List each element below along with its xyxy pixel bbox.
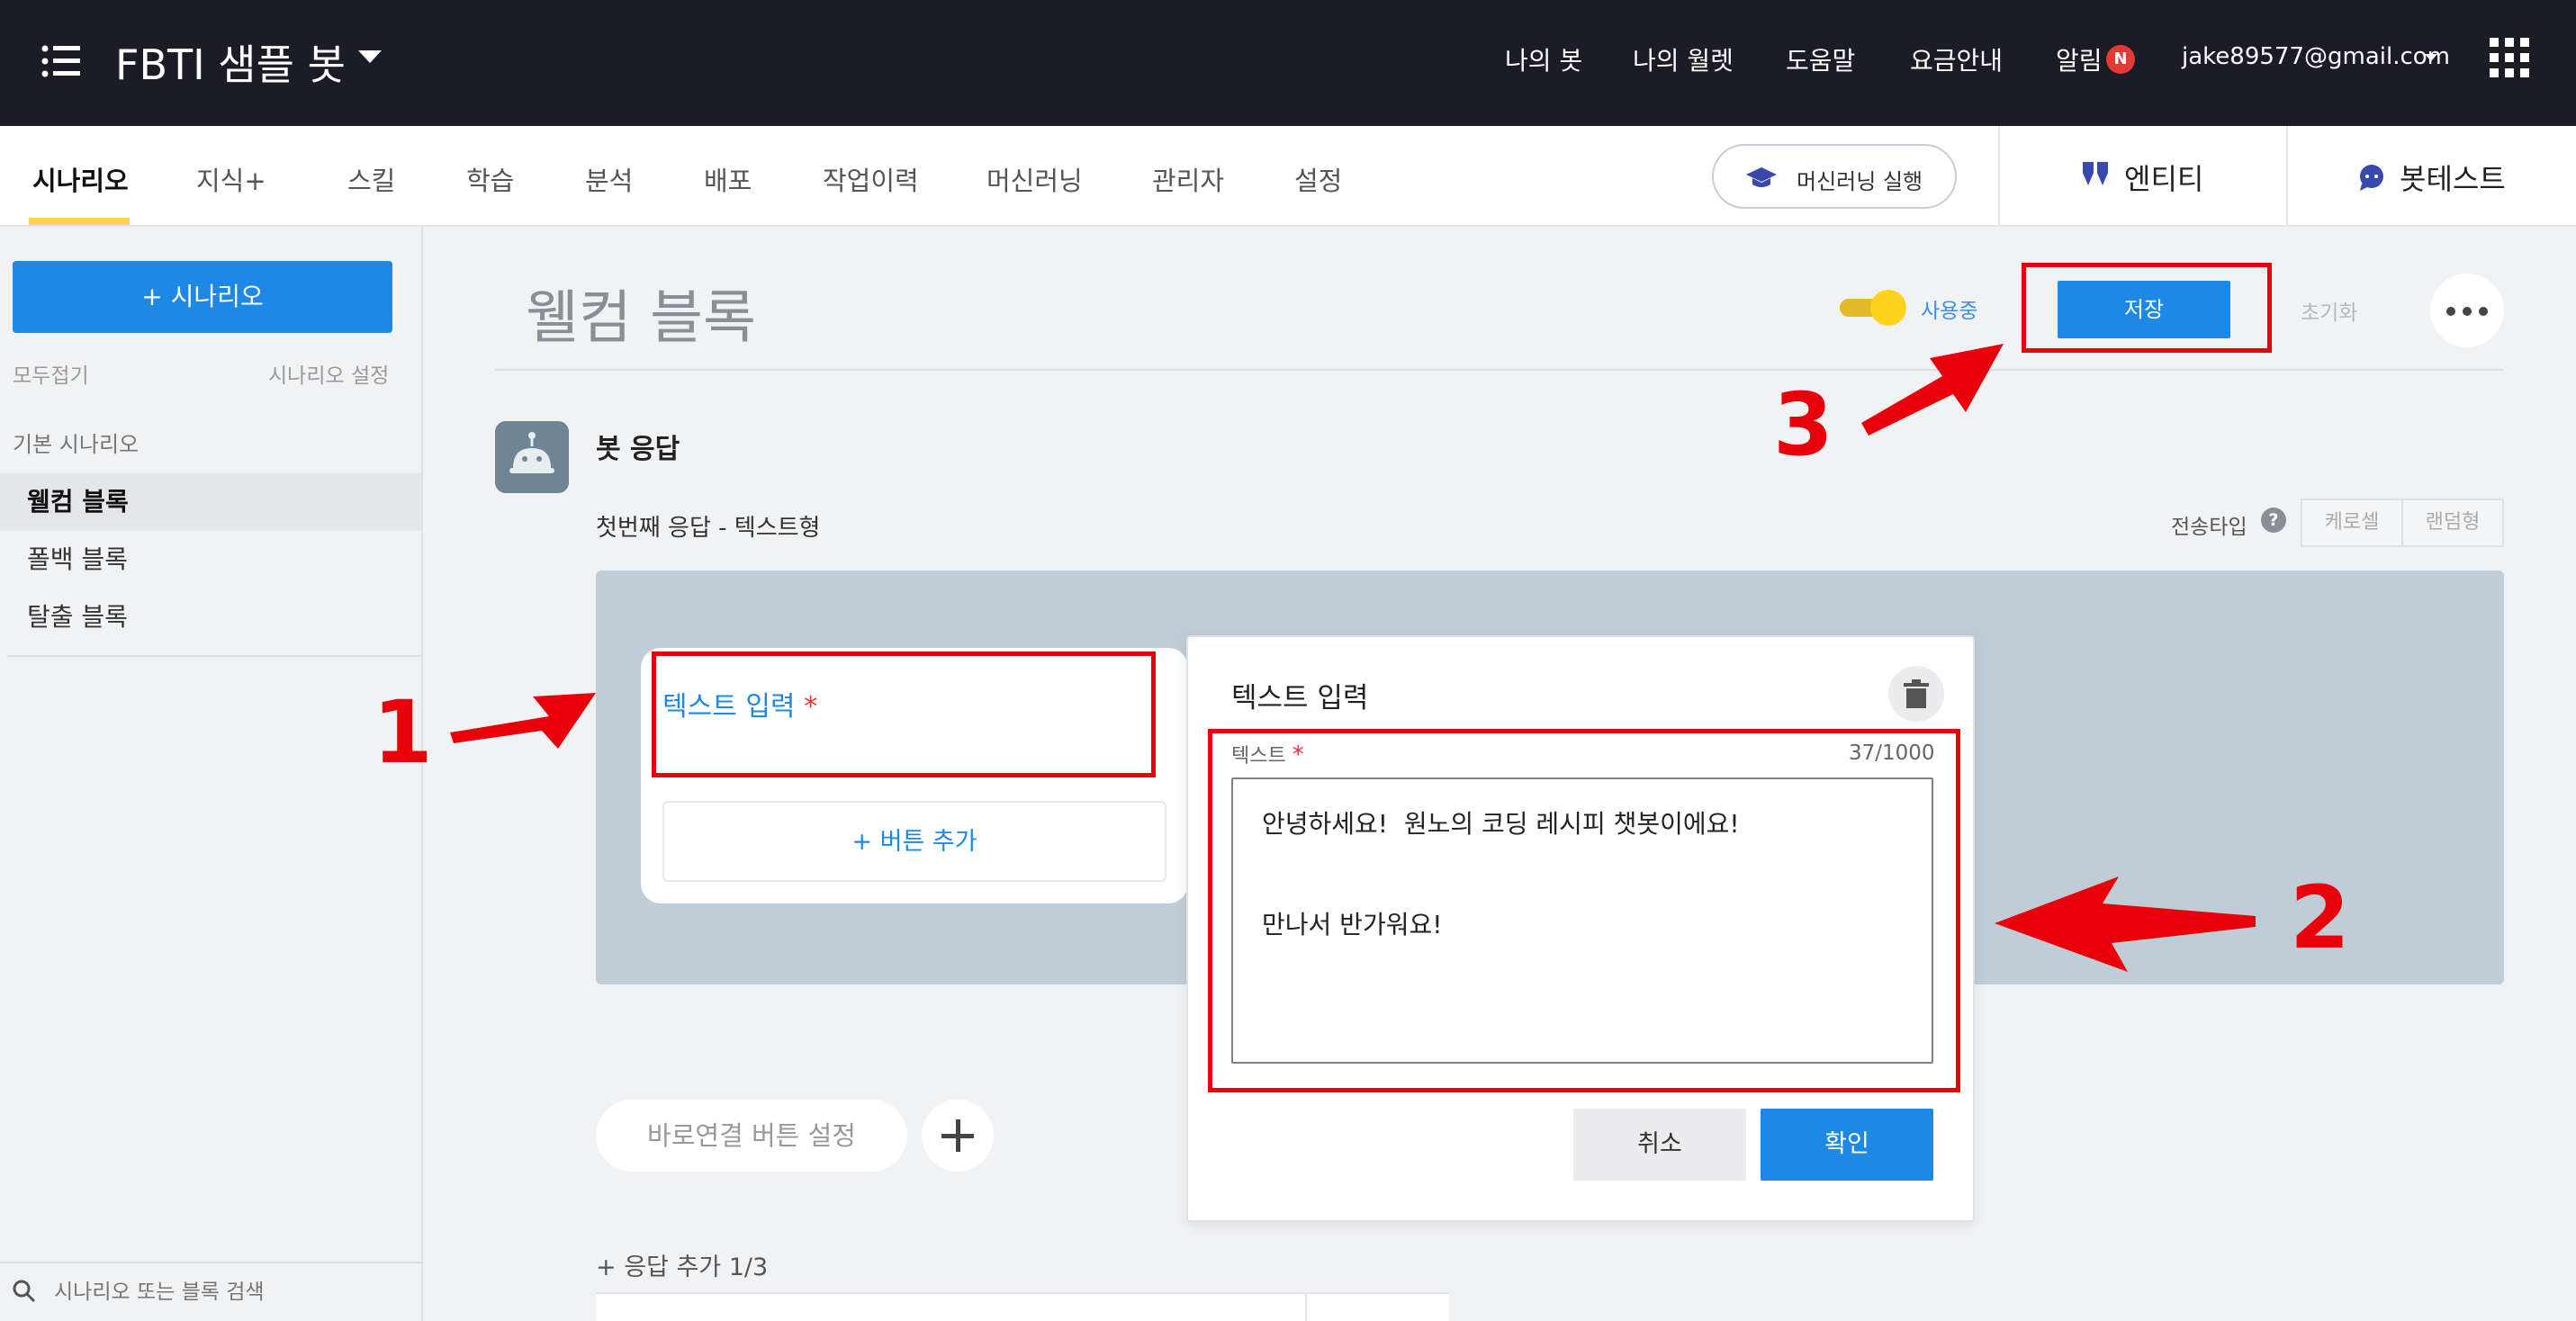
top-bar: FBTI 샘플 봇 나의 봇 나의 월렛 도움말 요금안내 알림 N jake8… (0, 0, 2576, 126)
toggle-status-label: 사용중 (1921, 300, 1978, 323)
add-button-button[interactable]: + 버튼 추가 (662, 801, 1166, 882)
add-scenario-button[interactable]: + 시나리오 (13, 261, 392, 333)
highlight-box-2 (1208, 729, 1960, 1092)
highlight-box-3 (2022, 263, 2272, 353)
quote-icon (2083, 162, 2108, 185)
delete-button[interactable] (1888, 666, 1944, 722)
confirm-button[interactable]: 확인 (1761, 1109, 1933, 1181)
entity-tab[interactable]: 엔티티 (2124, 157, 2203, 198)
account-email[interactable]: jake89577@gmail.com (2182, 43, 2450, 70)
tab-deploy[interactable]: 배포 (704, 160, 752, 198)
active-tab-indicator (29, 218, 130, 225)
nav-help[interactable]: 도움말 (1786, 41, 1855, 77)
search-icon (13, 1280, 36, 1303)
tab-knowledge[interactable]: 지식+ (196, 160, 266, 198)
highlight-box-1 (652, 652, 1156, 777)
scenario-settings-link[interactable]: 시나리오 설정 (268, 358, 389, 389)
graduation-cap-icon (1746, 167, 1777, 187)
quick-reply-button[interactable]: 바로연결 버튼 설정 (596, 1100, 907, 1172)
tab-history[interactable]: 작업이력 (823, 160, 919, 198)
next-response-strip (596, 1292, 1449, 1321)
sidebar-search (0, 1262, 421, 1321)
scenario-sidebar: + 시나리오 모두접기 시나리오 설정 기본 시나리오 웰컴 블록 폴백 블록 … (0, 227, 423, 1321)
sidebar-item-welcome-block[interactable]: 웰컴 블록 (0, 473, 421, 531)
send-type-carousel[interactable]: 케로셀 (2301, 499, 2403, 547)
help-icon[interactable]: ? (2261, 508, 2286, 533)
panel-title: 텍스트 입력 (1231, 682, 1369, 714)
send-type-random[interactable]: 랜덤형 (2401, 499, 2504, 547)
tab-skill[interactable]: 스킬 (347, 160, 395, 198)
nav-my-bots[interactable]: 나의 봇 (1505, 41, 1582, 77)
collapse-all-link[interactable]: 모두접기 (13, 358, 89, 389)
tab-analytics[interactable]: 분석 (585, 160, 633, 198)
divider (1998, 126, 2000, 227)
sidebar-item-fallback-block[interactable]: 폴백 블록 (0, 531, 421, 589)
chevron-down-icon[interactable] (358, 50, 382, 63)
sub-navigation: 시나리오 지식+ 스킬 학습 분석 배포 작업이력 머신러닝 관리자 설정 머신… (0, 126, 2576, 227)
run-ml-label: 머신러닝 실행 (1797, 169, 1923, 194)
sidebar-item-exit-block[interactable]: 탈출 블록 (0, 589, 421, 646)
annotation-number-2: 2 (2290, 867, 2350, 968)
apps-grid-icon[interactable] (2490, 38, 2529, 77)
response-subtitle: 첫번째 응답 - 텍스트형 (596, 515, 821, 542)
bot-response-heading: 봇 응답 (596, 434, 680, 465)
bot-avatar-icon (495, 421, 569, 493)
divider (495, 369, 2504, 371)
annotation-number-1: 1 (373, 682, 433, 783)
add-quick-reply-icon[interactable] (922, 1100, 994, 1172)
tab-machine-learning[interactable]: 머신러닝 (986, 160, 1083, 198)
bot-test-tab[interactable]: 봇테스트 (2400, 157, 2506, 198)
list-menu-icon[interactable] (41, 43, 81, 79)
tab-scenario[interactable]: 시나리오 (32, 160, 129, 198)
send-type-label: 전송타입 (2171, 516, 2247, 539)
reset-button[interactable]: 초기화 (2301, 295, 2357, 326)
nav-notifications[interactable]: 알림 (2056, 41, 2103, 77)
active-toggle[interactable] (1836, 290, 1906, 326)
trash-icon (1904, 679, 1929, 708)
block-title: 웰컴 블록 (526, 285, 756, 352)
bot-title[interactable]: FBTI 샘플 봇 (115, 32, 346, 92)
nav-pricing[interactable]: 요금안내 (1910, 41, 2003, 77)
cancel-button[interactable]: 취소 (1573, 1109, 1746, 1181)
tab-learning[interactable]: 학습 (466, 160, 514, 198)
tab-settings[interactable]: 설정 (1294, 160, 1342, 198)
account-chevron-icon[interactable] (2425, 54, 2437, 61)
chat-bubble-icon (2360, 165, 2383, 191)
nav-my-wallet[interactable]: 나의 월렛 (1633, 41, 1734, 77)
basic-scenario-heading: 기본 시나리오 (13, 432, 140, 457)
annotation-number-3: 3 (1773, 374, 1833, 475)
add-response-link[interactable]: + 응답 추가 1/3 (596, 1247, 768, 1282)
tab-admin[interactable]: 관리자 (1152, 160, 1224, 198)
more-options-icon[interactable] (2430, 274, 2504, 347)
divider (7, 655, 421, 657)
notification-badge: N (2106, 45, 2135, 74)
run-machine-learning-button[interactable]: 머신러닝 실행 (1712, 144, 1957, 209)
scenario-search-input[interactable] (54, 1274, 405, 1310)
divider (2286, 126, 2288, 227)
